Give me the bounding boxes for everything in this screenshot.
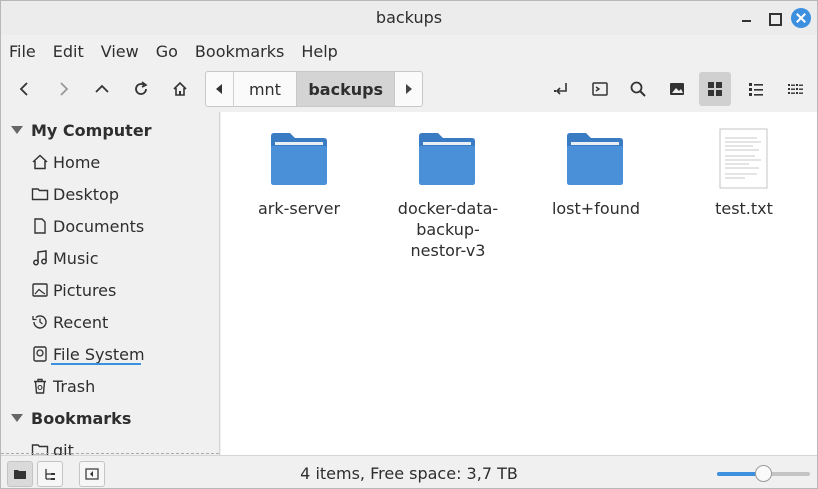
list-view-button[interactable]	[740, 72, 772, 106]
menu-bookmarks[interactable]: Bookmarks	[195, 42, 284, 61]
sidebar-item-file-system[interactable]: File System	[31, 341, 216, 367]
menu-view[interactable]: View	[101, 42, 139, 61]
folder-icon	[536, 128, 656, 190]
file-name: docker-data- backup- nestor-v3	[388, 198, 508, 261]
file-name-line: nestor-v3	[410, 241, 486, 260]
minimize-button[interactable]	[737, 8, 757, 28]
menu-file[interactable]: File	[9, 42, 36, 61]
back-button[interactable]	[9, 72, 41, 106]
home-icon	[173, 81, 187, 96]
file-view[interactable]: ark-server docker-data- backup- nestor-v…	[221, 112, 817, 455]
sidebar-item-label: File System	[53, 344, 145, 364]
file-item-docker-data-backup-nestor-v3[interactable]: docker-data- backup- nestor-v3	[388, 128, 508, 261]
sidebar-item-label: Pictures	[53, 280, 117, 300]
zoom-slider-handle[interactable]	[755, 465, 772, 482]
expander-icon	[11, 126, 23, 134]
section-label: Bookmarks	[31, 408, 132, 428]
thumbnail-toggle-button[interactable]	[661, 72, 693, 106]
sidebar-section-bookmarks[interactable]: Bookmarks	[1, 405, 219, 431]
file-name: ark-server	[257, 199, 341, 218]
menu-bar: File Edit View Go Bookmarks Help	[1, 35, 817, 67]
sidebar-item-label: Trash	[53, 376, 96, 396]
file-manager-window: backups File Edit View Go Bookmarks Help	[0, 0, 818, 489]
home-icon	[31, 153, 49, 171]
compact-view-button[interactable]	[779, 72, 811, 106]
menu-help[interactable]: Help	[301, 42, 337, 61]
sidebar-item-trash[interactable]: Trash	[31, 373, 216, 399]
terminal-icon	[592, 82, 608, 96]
sidebar-item-label: Desktop	[53, 184, 119, 204]
trash-icon	[31, 377, 49, 395]
icon-view-icon	[708, 82, 722, 96]
forward-icon	[60, 82, 69, 96]
icon-view-button[interactable]	[699, 72, 731, 106]
path-crumb-backups[interactable]: backups	[296, 72, 396, 106]
usage-bar	[51, 363, 141, 365]
drive-icon	[31, 345, 49, 363]
home-button[interactable]	[164, 72, 196, 106]
sidebar-item-label: Recent	[53, 312, 109, 332]
sidebar-item-documents[interactable]: Documents	[31, 213, 216, 239]
reload-icon	[135, 81, 148, 95]
file-name-line: backup-	[416, 220, 480, 239]
path-scroll-left-button[interactable]	[206, 72, 233, 106]
list-view-icon	[749, 83, 763, 96]
title-bar[interactable]: backups	[1, 1, 817, 35]
thumbnail-icon	[670, 83, 684, 95]
sidebar-item-label: Home	[53, 152, 101, 172]
file-name: test.txt	[715, 199, 773, 218]
file-item-test-txt[interactable]: test.txt	[684, 128, 804, 219]
sidebar-item-home[interactable]: Home	[31, 149, 216, 175]
terminal-button[interactable]	[584, 72, 616, 106]
back-icon	[19, 82, 28, 96]
window-title: backups	[375, 8, 443, 27]
up-button[interactable]	[86, 72, 118, 106]
path-crumb-mnt[interactable]: mnt	[232, 72, 296, 106]
open-terminal-here-button[interactable]	[545, 72, 577, 106]
reload-button[interactable]	[125, 72, 157, 106]
expander-icon	[11, 414, 23, 422]
open-terminal-here-icon	[554, 83, 567, 95]
sidebar-drop-divider	[1, 453, 219, 454]
menu-go[interactable]: Go	[156, 42, 178, 61]
up-icon	[95, 84, 109, 93]
folder-icon	[31, 185, 49, 203]
sidebar-item-desktop[interactable]: Desktop	[31, 181, 216, 207]
path-scroll-right-button[interactable]	[395, 72, 422, 106]
sidebar-item-label: Music	[53, 248, 99, 268]
sidebar-section-my-computer[interactable]: My Computer	[1, 117, 219, 143]
search-button[interactable]	[622, 72, 654, 106]
picture-icon	[31, 281, 49, 299]
file-item-ark-server[interactable]: ark-server	[239, 128, 359, 219]
caret-right-icon	[405, 84, 412, 94]
text-file-icon	[684, 128, 804, 190]
file-name-line: docker-data-	[397, 199, 499, 218]
sidebar-item-music[interactable]: Music	[31, 245, 216, 271]
search-icon	[630, 81, 646, 97]
path-bar: mnt backups	[205, 71, 423, 107]
compact-view-icon	[788, 84, 803, 94]
maximize-button[interactable]	[765, 8, 785, 28]
sidebar-item-recent[interactable]: Recent	[31, 309, 216, 335]
close-button[interactable]	[791, 8, 811, 28]
sidebar-item-pictures[interactable]: Pictures	[31, 277, 216, 303]
folder-icon	[239, 128, 359, 190]
recent-icon	[31, 313, 49, 331]
section-label: My Computer	[31, 120, 152, 140]
status-bar: 4 items, Free space: 3,7 TB	[1, 455, 817, 488]
music-icon	[31, 249, 49, 267]
file-name: lost+found	[551, 199, 641, 218]
sidebar: My Computer Home Desktop Documents Music…	[1, 112, 220, 455]
folder-icon	[388, 128, 508, 190]
sidebar-item-label: Documents	[53, 216, 145, 236]
menu-edit[interactable]: Edit	[53, 42, 84, 61]
status-text: 4 items, Free space: 3,7 TB	[300, 464, 518, 483]
toolbar: mnt backups	[1, 67, 817, 112]
forward-button[interactable]	[47, 72, 79, 106]
file-item-lost-found[interactable]: lost+found	[536, 128, 656, 219]
caret-left-icon	[216, 84, 223, 94]
document-icon	[31, 217, 49, 235]
